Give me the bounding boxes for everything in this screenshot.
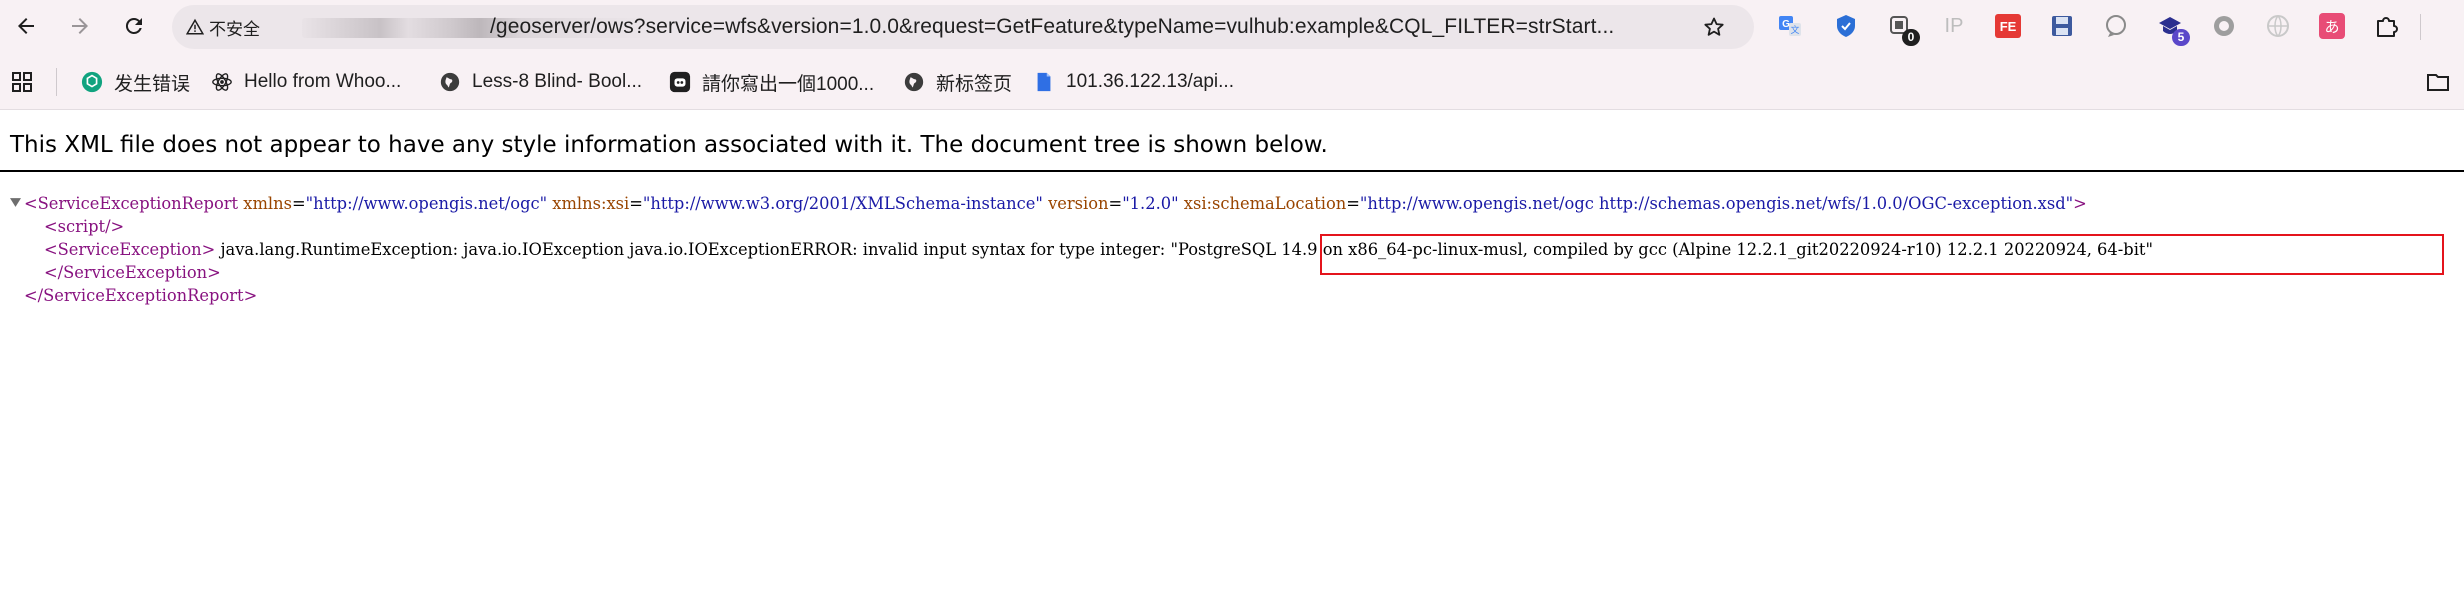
save-icon[interactable]	[2048, 12, 2076, 40]
svg-text:文: 文	[1790, 24, 1799, 35]
openai-icon	[80, 70, 104, 94]
bookmark-item[interactable]: Hello from Whoo...	[210, 68, 401, 96]
bookmarks-divider	[56, 68, 57, 96]
root-open-line: <ServiceExceptionReport xmlns="http://ww…	[10, 192, 2087, 215]
reload-button[interactable]	[116, 8, 152, 44]
security-indicator[interactable]: 不安全	[186, 16, 260, 39]
collapse-triangle-icon[interactable]	[10, 197, 21, 208]
attr-value: "http://www.opengis.net/ogc http://schem…	[1359, 194, 2074, 213]
folder-icon	[2427, 74, 2449, 91]
root-tag-close: >	[2073, 194, 2087, 213]
attr-value: "1.2.0"	[1122, 194, 1179, 213]
svg-text:G: G	[1782, 19, 1790, 30]
bookmark-item[interactable]: Less-8 Blind- Bool...	[438, 68, 642, 96]
globe-icon	[438, 70, 462, 94]
graduation-badge: 5	[2172, 29, 2190, 46]
globe-icon	[902, 70, 926, 94]
root-close-line: </ServiceExceptionReport>	[24, 284, 257, 307]
attr-value: "http://www.opengis.net/ogc"	[305, 194, 548, 213]
bookmark-label: 发生错误	[114, 73, 191, 95]
bookmark-item[interactable]: 发生错误	[80, 68, 190, 96]
counter-badge: 0	[1902, 29, 1920, 46]
exception-open-tag: <ServiceException>	[44, 240, 216, 259]
bookmark-item[interactable]: 101.36.122.13/api...	[1032, 68, 1234, 96]
fe-icon[interactable]: FE	[1994, 12, 2022, 40]
react-icon	[210, 70, 234, 94]
highlight-annotation	[1320, 234, 2444, 275]
root-tag: <ServiceExceptionReport	[24, 194, 239, 213]
attr-name: version	[1048, 194, 1109, 213]
bookmark-label: Less-8 Blind- Bool...	[472, 71, 643, 92]
reload-icon	[125, 17, 142, 34]
globe-icon[interactable]	[2264, 12, 2292, 40]
toolbar-divider	[2420, 14, 2421, 40]
bookmarks-bar: 发生错误 Hello from Whoo... Less-8 Blind- Bo…	[0, 54, 2464, 110]
security-label: 不安全	[209, 19, 260, 39]
grid-icon	[12, 72, 32, 92]
arrow-left-icon	[18, 18, 34, 34]
exception-close-tag: </ServiceException>	[44, 263, 221, 282]
attr-name: xmlns:xsi	[552, 194, 630, 213]
root-close-tag: </ServiceExceptionReport>	[24, 286, 258, 305]
bookmark-label: 101.36.122.13/api...	[1066, 71, 1234, 92]
attr-name: xsi:schemaLocation	[1183, 194, 1347, 213]
bookmark-item[interactable]: 新标签页	[902, 68, 1012, 96]
doc-icon	[1032, 70, 1056, 94]
arrow-right-icon	[72, 18, 88, 34]
apps-button[interactable]	[10, 68, 34, 96]
notice-divider	[0, 170, 2464, 172]
puzzle-icon[interactable]	[2372, 12, 2400, 40]
bookmark-label: 請你寫出一個1000...	[702, 73, 875, 95]
script-tag: <script/>	[44, 217, 125, 236]
back-button[interactable]	[8, 8, 44, 44]
forward-button[interactable]	[62, 8, 98, 44]
attr-name: xmlns	[243, 194, 292, 213]
bookmark-label: 新标签页	[936, 73, 1013, 95]
translate-icon[interactable]: G文	[1776, 12, 1804, 40]
shield-icon[interactable]	[1832, 12, 1860, 40]
bookmark-item[interactable]: 請你寫出一個1000...	[668, 68, 874, 96]
warning-icon	[186, 18, 204, 35]
anime-icon[interactable]: あ	[2318, 12, 2346, 40]
xml-notice: This XML file does not appear to have an…	[10, 132, 1328, 158]
address-bar[interactable]: 不安全 /geoserver/ows?service=wfs&version=1…	[172, 5, 1754, 49]
bookmark-label: Hello from Whoo...	[244, 71, 402, 92]
browser-toolbar: 不安全 /geoserver/ows?service=wfs&version=1…	[0, 0, 2464, 54]
circle-icon[interactable]	[2210, 12, 2238, 40]
exception-close-line: </ServiceException>	[44, 261, 221, 284]
other-bookmarks-button[interactable]	[2426, 68, 2450, 96]
ip-icon[interactable]: IP	[1940, 12, 1968, 40]
bot-icon	[668, 70, 692, 94]
script-line: <script/>	[44, 215, 124, 238]
graduation-icon[interactable]: 5	[2156, 12, 2190, 46]
chat-icon[interactable]	[2102, 12, 2130, 40]
bookmark-star-icon[interactable]	[1702, 15, 1726, 39]
url-text[interactable]: /geoserver/ows?service=wfs&version=1.0.0…	[490, 15, 1614, 39]
attr-value: "http://www.w3.org/2001/XMLSchema-instan…	[642, 194, 1043, 213]
exception-message: java.lang.RuntimeException: java.io.IOEx…	[220, 240, 1171, 259]
counter-icon[interactable]: 0	[1886, 12, 1920, 46]
